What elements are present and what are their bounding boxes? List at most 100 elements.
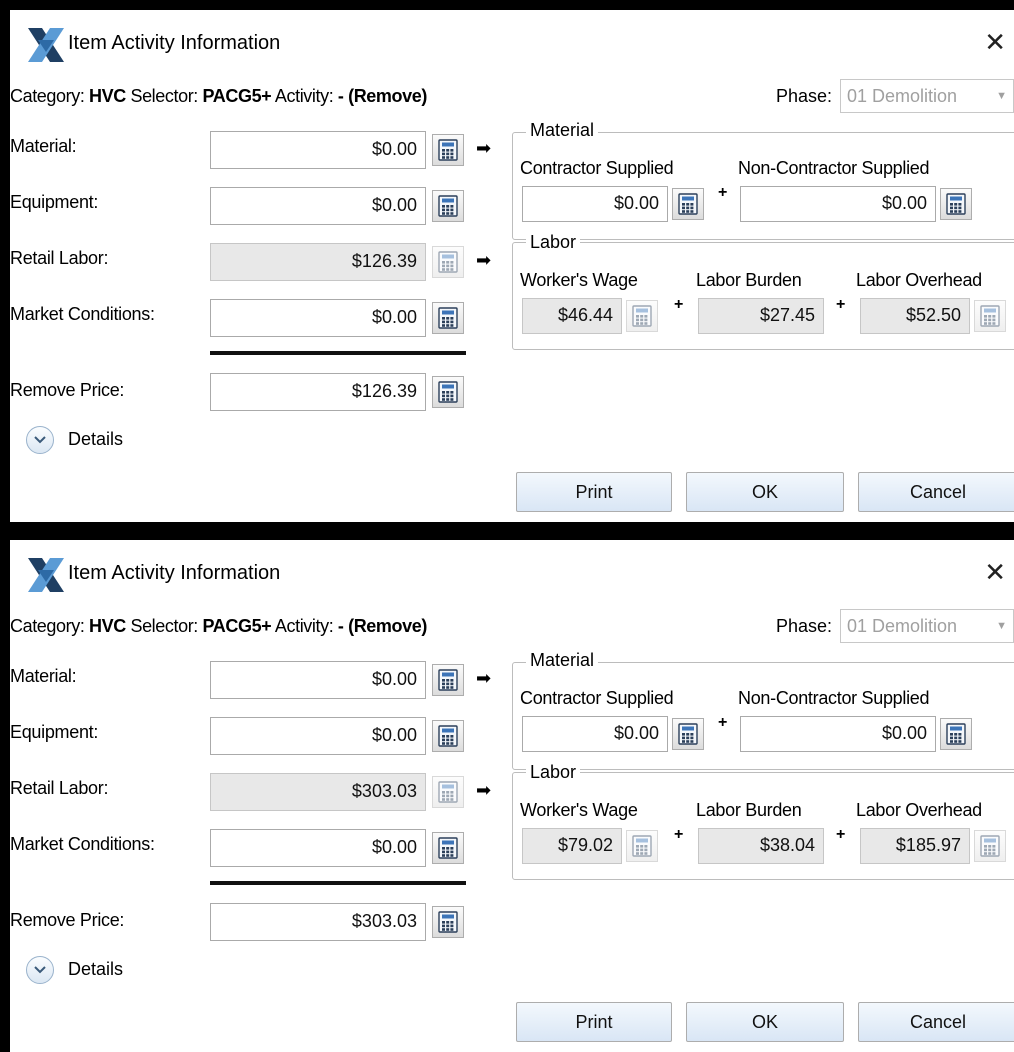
category-label: Category: bbox=[10, 616, 90, 636]
calculator-icon bbox=[438, 781, 458, 803]
material-calculator-button[interactable] bbox=[432, 664, 464, 696]
calculator-icon bbox=[946, 193, 966, 215]
plus-sign: + bbox=[836, 826, 846, 843]
contractor-supplied-label: Contractor Supplied bbox=[520, 158, 674, 178]
equipment-label: Equipment: bbox=[10, 192, 99, 212]
remove-price-input[interactable]: $126.39 bbox=[210, 373, 426, 411]
plus-sign: + bbox=[836, 296, 846, 313]
calculator-icon bbox=[946, 723, 966, 745]
phase-select: 01 Demolition ▼ bbox=[840, 79, 1014, 113]
labor-group-legend: Labor bbox=[526, 232, 581, 253]
retail-labor-label: Retail Labor: bbox=[10, 778, 109, 798]
market-conditions-calculator-button[interactable] bbox=[432, 832, 464, 864]
calculator-icon bbox=[632, 305, 652, 327]
cancel-button[interactable]: Cancel bbox=[858, 1002, 1014, 1042]
non-contractor-supplied-calculator-button[interactable] bbox=[940, 718, 972, 750]
contractor-supplied-calculator-button[interactable] bbox=[672, 718, 704, 750]
arrow-right-icon: ➡ bbox=[476, 250, 492, 270]
remove-price-calculator-button[interactable] bbox=[432, 376, 464, 408]
activity-label: Activity: bbox=[271, 616, 338, 636]
dialog-title: Item Activity Information bbox=[68, 562, 281, 584]
total-divider bbox=[210, 351, 466, 355]
market-conditions-calculator-button[interactable] bbox=[432, 302, 464, 334]
material-calculator-button[interactable] bbox=[432, 134, 464, 166]
remove-price-input[interactable]: $303.03 bbox=[210, 903, 426, 941]
equipment-calculator-button[interactable] bbox=[432, 720, 464, 752]
category-value: HVC bbox=[89, 616, 126, 636]
non-contractor-supplied-input[interactable]: $0.00 bbox=[740, 186, 936, 222]
retail-labor-calculator-button bbox=[432, 246, 464, 278]
ok-button[interactable]: OK bbox=[686, 472, 844, 512]
calculator-icon bbox=[438, 307, 458, 329]
close-icon[interactable]: ✕ bbox=[984, 30, 1006, 56]
plus-sign: + bbox=[718, 184, 728, 201]
equipment-label: Equipment: bbox=[10, 722, 99, 742]
non-contractor-supplied-input[interactable]: $0.00 bbox=[740, 716, 936, 752]
activity-value: - (Remove) bbox=[337, 86, 427, 106]
workers-wage-label: Worker's Wage bbox=[520, 270, 638, 290]
item-activity-dialog: Item Activity Information ✕ Category: HV… bbox=[10, 10, 1014, 522]
workers-wage-calculator-button bbox=[626, 830, 658, 862]
details-expand-button[interactable] bbox=[26, 426, 54, 454]
equipment-calculator-button[interactable] bbox=[432, 190, 464, 222]
market-conditions-label: Market Conditions: bbox=[10, 304, 155, 324]
labor-overhead-field: $185.97 bbox=[860, 828, 970, 864]
plus-sign: + bbox=[718, 714, 728, 731]
material-input[interactable]: $0.00 bbox=[210, 661, 426, 699]
ok-button[interactable]: OK bbox=[686, 1002, 844, 1042]
selector-value: PACG5+ bbox=[202, 616, 272, 636]
market-conditions-input[interactable]: $0.00 bbox=[210, 829, 426, 867]
phase-select: 01 Demolition ▼ bbox=[840, 609, 1014, 643]
calculator-icon bbox=[438, 911, 458, 933]
phase-label: Phase: bbox=[776, 616, 833, 636]
calculator-icon bbox=[438, 837, 458, 859]
material-label: Material: bbox=[10, 666, 77, 686]
phase-value: 01 Demolition bbox=[847, 616, 958, 636]
dropdown-caret-icon: ▼ bbox=[996, 620, 1007, 632]
labor-group-legend: Labor bbox=[526, 762, 581, 783]
app-logo-icon bbox=[28, 558, 64, 592]
workers-wage-field: $46.44 bbox=[522, 298, 622, 334]
material-input[interactable]: $0.00 bbox=[210, 131, 426, 169]
contractor-supplied-calculator-button[interactable] bbox=[672, 188, 704, 220]
market-conditions-label: Market Conditions: bbox=[10, 834, 155, 854]
activity-value: - (Remove) bbox=[337, 616, 427, 636]
labor-overhead-calculator-button bbox=[974, 300, 1006, 332]
calculator-icon bbox=[980, 305, 1000, 327]
non-contractor-supplied-calculator-button[interactable] bbox=[940, 188, 972, 220]
contractor-supplied-input[interactable]: $0.00 bbox=[522, 716, 668, 752]
equipment-input[interactable]: $0.00 bbox=[210, 717, 426, 755]
print-button[interactable]: Print bbox=[516, 472, 672, 512]
details-expand-button[interactable] bbox=[26, 956, 54, 984]
retail-labor-calculator-button bbox=[432, 776, 464, 808]
phase-value: 01 Demolition bbox=[847, 86, 958, 106]
calculator-icon bbox=[438, 139, 458, 161]
workers-wage-label: Worker's Wage bbox=[520, 800, 638, 820]
material-label: Material: bbox=[10, 136, 77, 156]
category-value: HVC bbox=[89, 86, 126, 106]
arrow-right-icon: ➡ bbox=[476, 138, 492, 158]
labor-overhead-calculator-button bbox=[974, 830, 1006, 862]
remove-price-label: Remove Price: bbox=[10, 910, 125, 930]
chevron-down-icon bbox=[34, 966, 46, 974]
labor-burden-field: $27.45 bbox=[698, 298, 824, 334]
plus-sign: + bbox=[674, 826, 684, 843]
cancel-button[interactable]: Cancel bbox=[858, 472, 1014, 512]
selector-label: Selector: bbox=[125, 86, 203, 106]
calculator-icon bbox=[438, 725, 458, 747]
close-icon[interactable]: ✕ bbox=[984, 560, 1006, 586]
equipment-input[interactable]: $0.00 bbox=[210, 187, 426, 225]
retail-labor-field: $126.39 bbox=[210, 243, 426, 281]
contractor-supplied-input[interactable]: $0.00 bbox=[522, 186, 668, 222]
arrow-right-icon: ➡ bbox=[476, 780, 492, 800]
activity-label: Activity: bbox=[271, 86, 338, 106]
workers-wage-field: $79.02 bbox=[522, 828, 622, 864]
non-contractor-supplied-label: Non-Contractor Supplied bbox=[738, 158, 930, 178]
market-conditions-input[interactable]: $0.00 bbox=[210, 299, 426, 337]
total-divider bbox=[210, 881, 466, 885]
item-activity-dialog: Item Activity Information ✕ Category: HV… bbox=[10, 540, 1014, 1052]
remove-price-calculator-button[interactable] bbox=[432, 906, 464, 938]
print-button[interactable]: Print bbox=[516, 1002, 672, 1042]
calculator-icon bbox=[678, 723, 698, 745]
labor-overhead-label: Labor Overhead bbox=[856, 270, 982, 290]
